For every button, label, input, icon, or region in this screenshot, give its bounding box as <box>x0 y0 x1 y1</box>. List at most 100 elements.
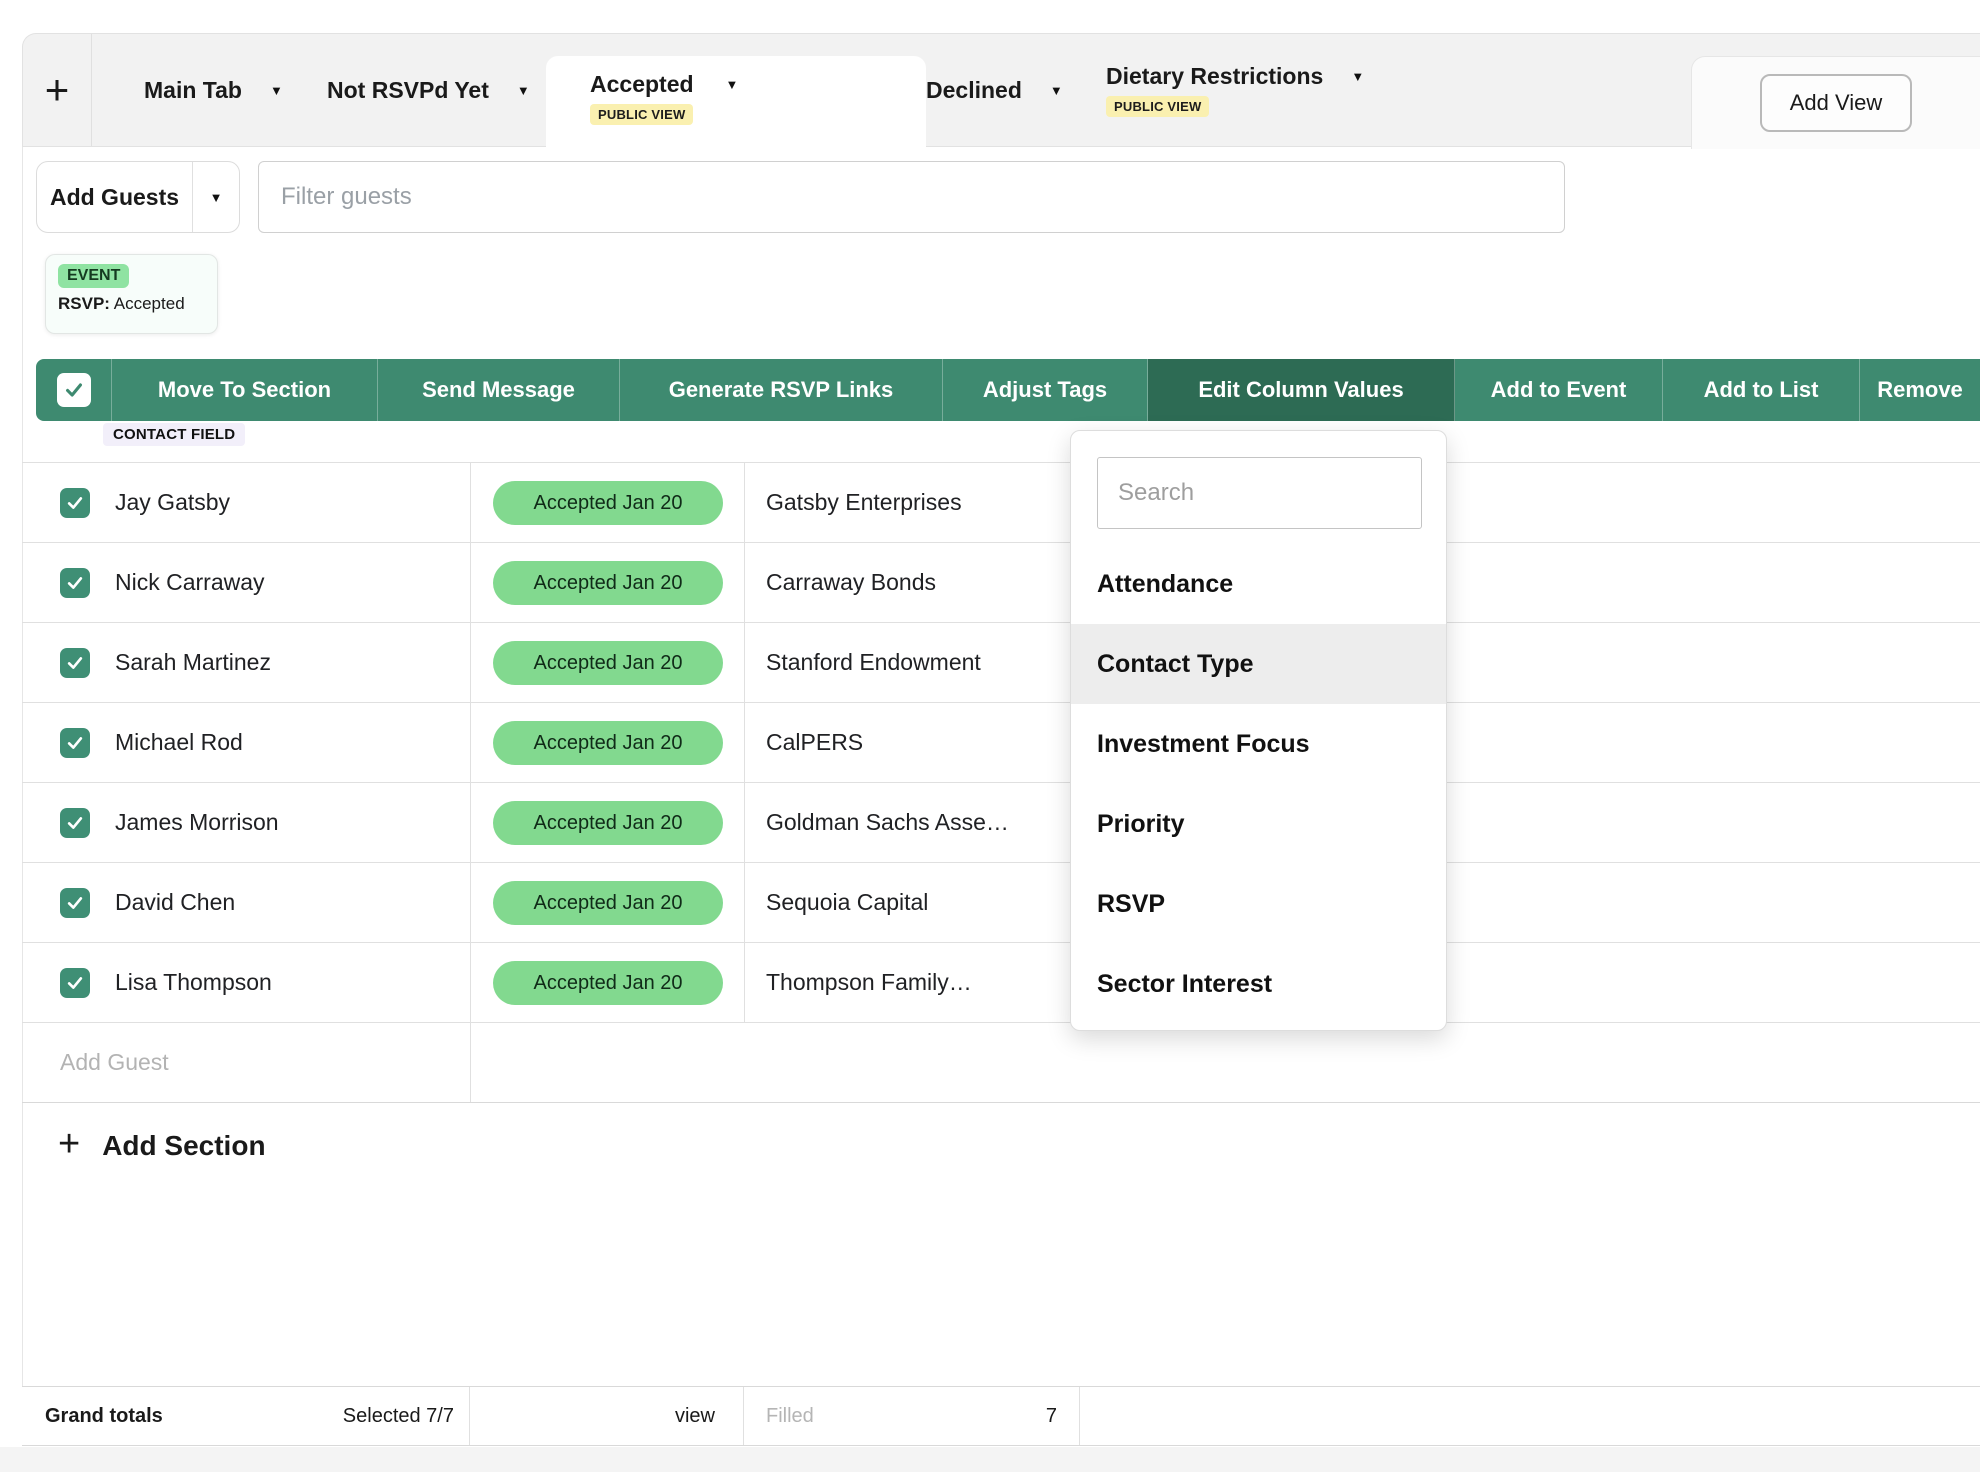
totals-cell-view[interactable]: view <box>470 1387 744 1445</box>
filter-value: Accepted <box>114 294 185 313</box>
add-view-button[interactable]: Add View <box>1760 74 1912 132</box>
table-row: Michael Rod Accepted Jan 20 CalPERS <box>22 703 1980 783</box>
remove-button[interactable]: Remove <box>1860 359 1980 421</box>
filled-value: 7 <box>1046 1405 1057 1428</box>
dropdown-item-contact-type[interactable]: Contact Type <box>1071 624 1446 704</box>
add-to-list-button[interactable]: Add to List <box>1663 359 1860 421</box>
tab-label: Dietary Restrictions <box>1106 63 1323 90</box>
chevron-down-icon: ▼ <box>210 191 223 204</box>
chevron-down-icon[interactable]: ▼ <box>1050 84 1063 97</box>
guest-name: Lisa Thompson <box>115 943 272 1022</box>
table-row: David Chen Accepted Jan 20 Sequoia Capit… <box>22 863 1980 943</box>
dropdown-search-input[interactable] <box>1097 457 1422 529</box>
add-guests-dropdown-toggle[interactable]: ▼ <box>193 162 239 232</box>
adjust-tags-button[interactable]: Adjust Tags <box>943 359 1148 421</box>
tab-accepted-active[interactable]: Accepted ▼ PUBLIC VIEW <box>546 56 926 149</box>
guest-name: Michael Rod <box>115 703 243 782</box>
active-filter-chip[interactable]: EVENT RSVP: Accepted <box>45 254 218 334</box>
filter-guests-input[interactable] <box>258 161 1565 233</box>
plus-icon: + <box>45 66 70 114</box>
generate-rsvp-links-button[interactable]: Generate RSVP Links <box>620 359 943 421</box>
guest-company: Gatsby Enterprises <box>766 463 962 542</box>
guest-company: Thompson Family… <box>766 943 972 1022</box>
dropdown-item-sector-interest[interactable]: Sector Interest <box>1071 944 1446 1024</box>
grand-totals-bar: Grand totals Selected 7/7 view Filled 7 <box>22 1386 1980 1446</box>
add-guests-split-button[interactable]: Add Guests ▼ <box>36 161 240 233</box>
select-all-checkbox[interactable] <box>36 359 112 421</box>
filter-field: RSVP: <box>58 294 110 313</box>
public-view-badge: PUBLIC VIEW <box>590 104 693 125</box>
guest-name: Sarah Martinez <box>115 623 271 702</box>
filled-label: Filled <box>766 1405 814 1428</box>
table-row: Jay Gatsby Accepted Jan 20 Gatsby Enterp… <box>22 463 1980 543</box>
add-section-button[interactable]: + Add Section <box>58 1120 266 1172</box>
dropdown-item-rsvp[interactable]: RSVP <box>1071 864 1446 944</box>
guest-name: James Morrison <box>115 783 279 862</box>
add-guest-row[interactable]: Add Guest <box>22 1023 1980 1103</box>
row-checkbox[interactable] <box>60 488 90 518</box>
edit-column-values-button[interactable]: Edit Column Values <box>1148 359 1455 421</box>
table-row: James Morrison Accepted Jan 20 Goldman S… <box>22 783 1980 863</box>
tab-label: Accepted <box>590 71 694 98</box>
add-view-panel: Add View <box>1691 56 1980 149</box>
dropdown-item-list: Attendance Contact Type Investment Focus… <box>1071 544 1446 1024</box>
tab-label: Not RSVPd Yet <box>327 77 489 104</box>
move-to-section-button[interactable]: Move To Section <box>112 359 378 421</box>
plus-icon: + <box>58 1125 80 1163</box>
tab-label: Main Tab <box>144 77 242 104</box>
selected-count: Selected 7/7 <box>343 1405 454 1428</box>
dropdown-item-priority[interactable]: Priority <box>1071 784 1446 864</box>
chevron-down-icon[interactable]: ▼ <box>517 84 530 97</box>
bulk-action-toolbar: Move To Section Send Message Generate RS… <box>36 359 1980 421</box>
totals-cell-filled[interactable]: Filled 7 <box>744 1387 1080 1445</box>
footer-background <box>0 1447 1980 1472</box>
row-checkbox[interactable] <box>60 888 90 918</box>
rsvp-status-pill[interactable]: Accepted Jan 20 <box>493 801 723 845</box>
rsvp-status-pill[interactable]: Accepted Jan 20 <box>493 481 723 525</box>
event-badge: EVENT <box>58 264 129 288</box>
rsvp-status-pill[interactable]: Accepted Jan 20 <box>493 881 723 925</box>
row-checkbox[interactable] <box>60 648 90 678</box>
tab-main-tab[interactable]: Main Tab ▼ <box>144 34 283 146</box>
guest-company: Stanford Endowment <box>766 623 981 702</box>
row-checkbox[interactable] <box>60 968 90 998</box>
guest-name: Nick Carraway <box>115 543 265 622</box>
guest-company: Goldman Sachs Asse… <box>766 783 1009 862</box>
table-row: Sarah Martinez Accepted Jan 20 Stanford … <box>22 623 1980 703</box>
chevron-down-icon[interactable]: ▼ <box>270 84 283 97</box>
rsvp-status-pill[interactable]: Accepted Jan 20 <box>493 961 723 1005</box>
view-label: view <box>675 1405 715 1428</box>
chevron-down-icon[interactable]: ▼ <box>726 78 739 91</box>
dropdown-item-attendance[interactable]: Attendance <box>1071 544 1446 624</box>
contact-field-label: CONTACT FIELD <box>103 423 245 446</box>
add-tab-button[interactable]: + <box>23 34 92 146</box>
row-checkbox[interactable] <box>60 728 90 758</box>
add-to-event-button[interactable]: Add to Event <box>1455 359 1663 421</box>
checkbox-checked-icon <box>57 373 91 407</box>
rsvp-status-pill[interactable]: Accepted Jan 20 <box>493 721 723 765</box>
row-checkbox[interactable] <box>60 568 90 598</box>
tab-label: Declined <box>926 77 1022 104</box>
tab-declined[interactable]: Declined ▼ <box>926 34 1063 146</box>
add-guests-button[interactable]: Add Guests <box>37 162 193 232</box>
add-guest-placeholder: Add Guest <box>60 1023 169 1102</box>
tab-dietary-restrictions[interactable]: Dietary Restrictions▼ PUBLIC VIEW <box>1106 34 1364 146</box>
rsvp-status-pill[interactable]: Accepted Jan 20 <box>493 641 723 685</box>
chevron-down-icon[interactable]: ▼ <box>1351 70 1364 83</box>
edit-column-values-dropdown: Attendance Contact Type Investment Focus… <box>1070 430 1447 1031</box>
add-section-label: Add Section <box>102 1130 265 1162</box>
guest-company: Sequoia Capital <box>766 863 928 942</box>
guest-name: David Chen <box>115 863 235 942</box>
totals-cell-selected: Grand totals Selected 7/7 <box>22 1387 470 1445</box>
table-row: Lisa Thompson Accepted Jan 20 Thompson F… <box>22 943 1980 1023</box>
rsvp-status-pill[interactable]: Accepted Jan 20 <box>493 561 723 605</box>
dropdown-item-investment-focus[interactable]: Investment Focus <box>1071 704 1446 784</box>
row-checkbox[interactable] <box>60 808 90 838</box>
filter-chip-text: RSVP: Accepted <box>58 294 205 314</box>
send-message-button[interactable]: Send Message <box>378 359 620 421</box>
guest-company: Carraway Bonds <box>766 543 936 622</box>
grand-totals-label: Grand totals <box>45 1405 163 1428</box>
guest-company: CalPERS <box>766 703 863 782</box>
view-tab-bar: + Main Tab ▼ Not RSVPd Yet ▼ Accepted ▼ PUB… <box>22 33 1980 147</box>
tab-not-rsvpd-yet[interactable]: Not RSVPd Yet ▼ <box>327 34 530 146</box>
